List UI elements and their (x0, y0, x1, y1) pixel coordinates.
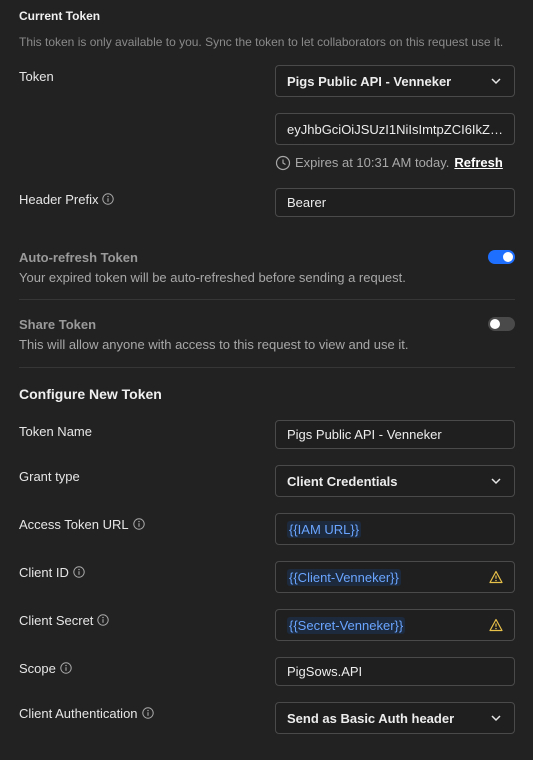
client-id-input[interactable]: {{Client-Venneker}} (275, 561, 515, 593)
client-secret-label: Client Secret (19, 613, 94, 628)
client-secret-variable: {{Secret-Venneker}} (287, 616, 406, 634)
info-icon[interactable] (102, 193, 115, 205)
divider (19, 299, 515, 300)
access-token-url-label-row: Access Token URL (19, 517, 145, 532)
share-token-title: Share Token (19, 317, 97, 332)
clock-icon (275, 155, 291, 171)
refresh-link[interactable]: Refresh (454, 155, 502, 170)
client-auth-label-row: Client Authentication (19, 706, 154, 721)
warning-icon[interactable] (489, 618, 503, 632)
client-auth-select[interactable]: Send as Basic Auth header (275, 702, 515, 734)
token-label: Token (19, 69, 54, 84)
grant-type-value: Client Credentials (287, 473, 398, 489)
token-select[interactable]: Pigs Public API - Venneker (275, 65, 515, 97)
current-token-description: This token is only available to you. Syn… (19, 35, 504, 49)
header-prefix-input[interactable]: Bearer (275, 188, 515, 217)
info-icon[interactable] (73, 566, 85, 578)
header-prefix-value: Bearer (287, 195, 327, 210)
header-prefix-label-row: Header Prefix (19, 192, 115, 207)
scope-value: PigSows.API (287, 664, 363, 679)
info-icon[interactable] (97, 614, 110, 626)
toggle-knob (503, 252, 513, 262)
expiry-text: Expires at 10:31 AM today. (295, 155, 450, 170)
warning-icon[interactable] (489, 570, 503, 584)
info-icon[interactable] (60, 662, 72, 674)
client-id-label-row: Client ID (19, 565, 85, 580)
access-token-url-input[interactable]: {{IAM URL}} (275, 513, 515, 545)
client-id-variable: {{Client-Venneker}} (287, 568, 401, 586)
configure-title: Configure New Token (19, 386, 162, 402)
chevron-down-icon (489, 74, 503, 88)
scope-input[interactable]: PigSows.API (275, 657, 515, 686)
client-id-label: Client ID (19, 565, 69, 580)
share-token-description: This will allow anyone with access to th… (19, 337, 409, 352)
chevron-down-icon (489, 711, 503, 725)
scope-label-row: Scope (19, 661, 72, 676)
share-token-toggle[interactable] (488, 317, 515, 331)
token-name-input[interactable]: Pigs Public API - Venneker (275, 420, 515, 449)
chevron-down-icon (489, 474, 503, 488)
auto-refresh-toggle[interactable] (488, 250, 515, 264)
client-auth-value: Send as Basic Auth header (287, 710, 455, 726)
info-icon[interactable] (132, 518, 145, 530)
token-value: eyJhbGciOiJSUzI1NiIsImtpZCI6IkZBNjJDRkIx… (287, 121, 503, 137)
auto-refresh-description: Your expired token will be auto-refreshe… (19, 270, 406, 285)
current-token-title: Current Token (19, 9, 101, 23)
client-secret-input[interactable]: {{Secret-Venneker}} (275, 609, 515, 641)
access-token-url-variable: {{IAM URL}} (287, 520, 362, 538)
auto-refresh-title: Auto-refresh Token (19, 250, 138, 265)
token-name-label: Token Name (19, 424, 92, 439)
scope-label: Scope (19, 661, 56, 676)
grant-type-select[interactable]: Client Credentials (275, 465, 515, 497)
toggle-knob (490, 319, 500, 329)
token-expiry-row: Expires at 10:31 AM today. Refresh (275, 154, 503, 171)
token-value-field[interactable]: eyJhbGciOiJSUzI1NiIsImtpZCI6IkZBNjJDRkIx… (275, 113, 515, 145)
token-select-value: Pigs Public API - Venneker (287, 73, 452, 89)
header-prefix-label: Header Prefix (19, 192, 99, 207)
client-auth-label: Client Authentication (19, 706, 138, 721)
client-secret-label-row: Client Secret (19, 613, 110, 628)
token-name-value: Pigs Public API - Venneker (287, 427, 442, 442)
info-icon[interactable] (141, 707, 154, 719)
grant-type-label: Grant type (19, 469, 80, 484)
divider (19, 367, 515, 368)
access-token-url-label: Access Token URL (19, 517, 129, 532)
